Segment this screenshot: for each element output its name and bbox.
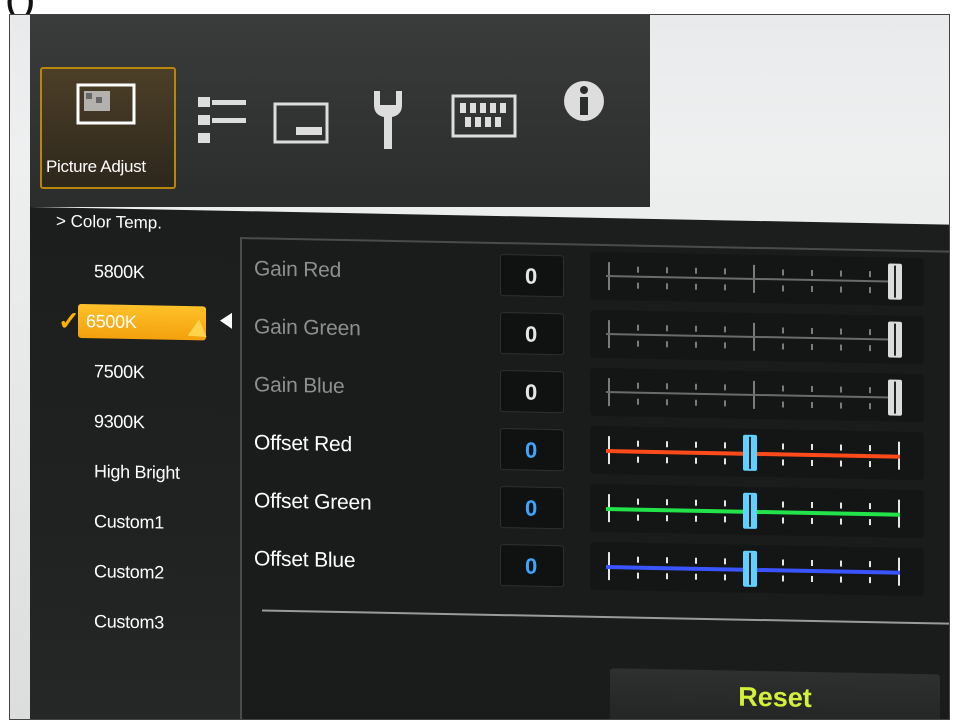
color-temp-label: 6500K [86,311,137,333]
arrow-left-icon [220,312,232,329]
setting-value[interactable]: 0 [500,370,564,414]
color-temp-item[interactable]: Custom2 [54,545,234,598]
color-temp-label: 5800K [94,261,145,283]
tab-information[interactable] [558,71,648,181]
top-menu-bar: Picture Adjust [30,15,650,207]
setting-slider[interactable] [590,309,924,365]
setting-value[interactable]: 0 [500,486,564,530]
tab-label-picture-adjust: Picture Adjust [46,157,146,176]
color-temp-item[interactable]: High Bright [54,445,234,498]
reset-button[interactable]: Reset [610,668,940,719]
setting-label: Gain Blue [254,373,345,399]
setting-value[interactable]: 0 [500,312,564,356]
setting-slider[interactable] [590,251,924,307]
setting-slider[interactable] [590,483,924,539]
color-temp-item[interactable]: Custom1 [54,495,234,548]
page-heading: ( ) [0,0,954,14]
setting-label: Gain Green [254,315,361,341]
screen-photo: Picture Adjust > Color Temp. 5800K ✓ 650… [9,14,950,720]
settings-panel: Reset Gain Red 0 Gain Green 0 Gain Blue 0 Offs… [240,237,949,719]
breadcrumb: > Color Temp. [56,211,162,233]
setting-slider[interactable] [590,541,924,597]
setting-label: Offset Blue [254,547,356,573]
color-temp-label: Custom2 [94,561,164,583]
checkmark-icon: ✓ [58,305,80,336]
color-temp-label: Custom3 [94,611,164,633]
tab-picture-adjust[interactable]: Picture Adjust [40,67,176,189]
color-temp-item[interactable]: 9300K [54,395,234,448]
color-temp-label: Custom1 [94,511,164,533]
setting-slider[interactable] [590,367,924,423]
tab-setup[interactable] [364,71,454,181]
divider [262,609,949,625]
tab-display[interactable] [270,71,360,181]
setting-label: Gain Red [254,257,342,282]
heading-text: ( ) [6,0,34,14]
setting-label: Offset Green [254,489,372,515]
color-temp-label: 9300K [94,411,145,433]
setting-slider[interactable] [590,425,924,481]
color-temp-item[interactable]: Custom3 [54,595,234,648]
color-temp-item[interactable]: 5800K [54,245,234,298]
setting-value[interactable]: 0 [500,254,564,298]
color-temp-item[interactable]: 7500K [54,345,234,398]
color-temp-label: High Bright [94,461,180,483]
tab-test-pattern[interactable] [444,71,534,181]
color-temp-panel: > Color Temp. 5800K ✓ 6500K 7500K 9300K High … [30,207,949,719]
color-temp-list: 5800K ✓ 6500K 7500K 9300K High Bright Custom1 C… [54,245,234,648]
setting-label: Offset Red [254,431,352,457]
setting-value[interactable]: 0 [500,544,564,588]
setting-value[interactable]: 0 [500,428,564,472]
color-temp-label: 7500K [94,361,145,383]
tab-connections[interactable] [190,71,280,181]
setting-row: Offset Blue 0 [242,535,949,605]
color-temp-item[interactable]: ✓ 6500K [54,295,234,348]
